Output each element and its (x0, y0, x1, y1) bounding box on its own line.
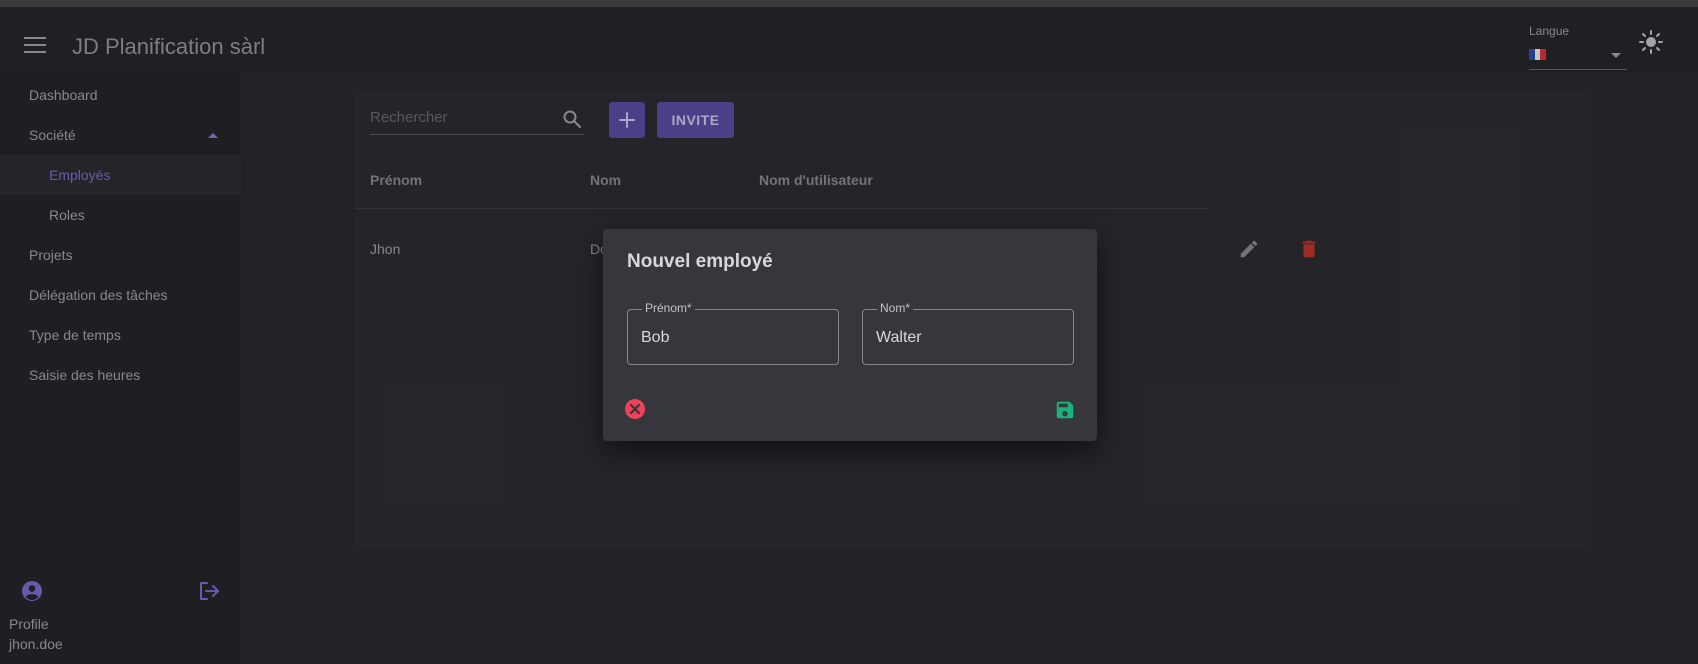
new-employee-dialog: Nouvel employé Prénom* Bob Nom* Walter (603, 229, 1097, 441)
first-name-field[interactable]: Prénom* Bob (627, 301, 839, 365)
last-name-field[interactable]: Nom* Walter (862, 301, 1074, 365)
save-icon[interactable] (1054, 399, 1076, 426)
dialog-title: Nouvel employé (627, 251, 773, 272)
close-circle-icon[interactable] (624, 398, 646, 425)
first-name-value[interactable]: Bob (641, 329, 669, 347)
first-name-label: Prénom* (642, 301, 695, 315)
last-name-value[interactable]: Walter (876, 329, 922, 347)
last-name-label: Nom* (877, 301, 914, 315)
